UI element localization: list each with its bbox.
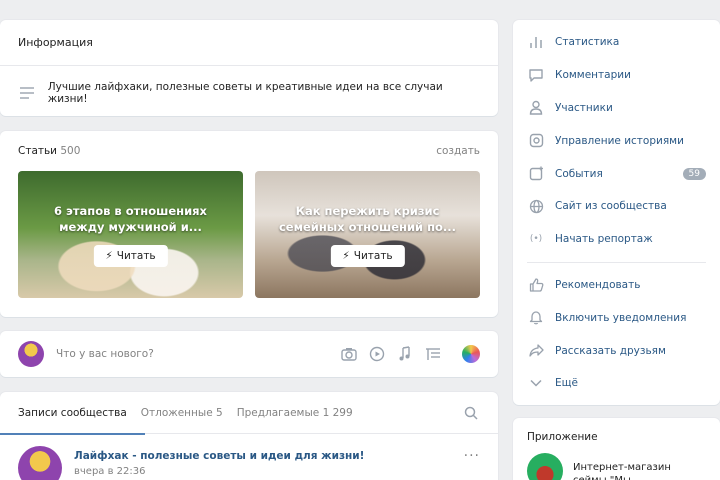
post-item: Лайфхак - полезные советы и идеи для жиз…	[0, 434, 498, 480]
post-time[interactable]: вчера в 22:36	[74, 466, 452, 477]
articles-count: 500	[60, 145, 81, 157]
article-tile[interactable]: 6 этапов в отношениях между мужчиной и..…	[18, 171, 243, 298]
info-description-row: Лучшие лайфхаки, полезные советы и креат…	[0, 66, 498, 120]
comments-icon	[527, 66, 545, 84]
video-icon[interactable]	[368, 345, 386, 363]
sidebar-item-recommend[interactable]: Рекомендовать	[513, 269, 720, 302]
stats-icon	[527, 33, 545, 51]
articles-title: Статьи 500	[18, 145, 80, 157]
post-author-name[interactable]: Лайфхак - полезные советы и идеи для жиз…	[74, 450, 452, 462]
article-title: 6 этапов в отношениях между мужчиной и..…	[54, 204, 207, 234]
sidebar-item-label: Комментарии	[555, 69, 631, 82]
tab-community-posts[interactable]: Записи сообщества	[0, 392, 145, 435]
tab-postponed-label: Отложенные	[140, 406, 213, 419]
read-button-label: Читать	[116, 250, 156, 262]
info-header: Информация	[0, 20, 498, 66]
posts-tabs: Записи сообщества Отложенные 5 Предлагае…	[0, 392, 498, 435]
sidebar-item-site[interactable]: Сайт из сообщества	[513, 190, 720, 223]
more-options-icon[interactable]: ···	[464, 448, 480, 464]
live-icon: (•)	[529, 234, 543, 245]
tab-postponed[interactable]: Отложенные 5	[141, 407, 223, 419]
lightning-icon: ⚡	[105, 250, 113, 262]
sidebar-item-events[interactable]: События 59	[513, 157, 720, 190]
article-tile[interactable]: Как пережить кризис семейных отношений п…	[255, 171, 480, 298]
sidebar-item-label: Участники	[555, 101, 613, 114]
article-title: Как пережить кризис семейных отношений п…	[278, 204, 457, 234]
globe-icon	[527, 197, 545, 215]
app-item[interactable]: Интернет-магазин сеймы "Мы	[513, 443, 720, 480]
read-button-label: Читать	[353, 250, 393, 262]
articles-label: Статьи	[18, 145, 58, 157]
sidebar-item-label: Статистика	[555, 36, 620, 49]
app-header: Приложение	[527, 431, 598, 443]
articles-header: Статьи 500 создать	[0, 131, 498, 157]
sidebar-item-members[interactable]: Участники	[513, 92, 720, 125]
sidebar-item-statistics[interactable]: Статистика	[513, 26, 720, 59]
sidebar-item-label: Сайт из сообщества	[555, 200, 667, 213]
sidebar-item-more[interactable]: Ещё	[513, 367, 720, 400]
sidebar-item-share[interactable]: Рассказать друзьям	[513, 334, 720, 367]
articles-card: Статьи 500 создать 6 этапов в отношениях…	[0, 131, 498, 317]
article-tiles: 6 этапов в отношениях между мужчиной и..…	[0, 157, 498, 298]
camera-icon[interactable]	[340, 345, 358, 363]
bell-icon	[527, 309, 545, 327]
read-button[interactable]: ⚡ Читать	[93, 245, 168, 267]
sidebar-item-stories[interactable]: Управление историями	[513, 124, 720, 157]
sidebar-item-label: Рекомендовать	[555, 278, 641, 291]
sidebar-item-live[interactable]: (•) Начать репортаж	[513, 223, 720, 256]
like-icon	[527, 276, 545, 294]
poster-color-icon[interactable]	[462, 345, 480, 363]
article-editor-icon[interactable]	[424, 345, 442, 363]
tab-suggested-label: Предлагаемые	[236, 406, 320, 419]
events-count-badge: 59	[682, 167, 706, 180]
composer-input[interactable]: Что у вас нового?	[56, 348, 340, 360]
stories-icon	[527, 132, 545, 150]
music-icon[interactable]	[396, 345, 414, 363]
post-composer: Что у вас нового?	[0, 331, 498, 377]
read-button[interactable]: ⚡ Читать	[330, 245, 405, 267]
share-icon	[527, 342, 545, 360]
app-title: Интернет-магазин сеймы "Мы	[573, 462, 671, 480]
app-card: Приложение Интернет-магазин сеймы "Мы	[513, 418, 720, 480]
sidebar-item-label: События	[555, 167, 603, 180]
sidebar-item-label: Рассказать друзьям	[555, 344, 666, 357]
search-icon[interactable]	[462, 404, 480, 422]
text-lines-icon	[18, 84, 36, 102]
app-thumbnail	[527, 453, 563, 480]
tab-suggested[interactable]: Предлагаемые 1 299	[237, 407, 353, 419]
post-author-avatar[interactable]	[18, 446, 62, 480]
members-icon	[527, 99, 545, 117]
post-meta: Лайфхак - полезные советы и идеи для жиз…	[74, 446, 452, 477]
tab-postponed-count: 5	[216, 406, 223, 419]
community-avatar	[18, 341, 44, 367]
community-menu: Статистика Комментарии Участники Управле…	[513, 20, 720, 405]
composer-attachments	[340, 345, 480, 363]
sidebar-item-notifications[interactable]: Включить уведомления	[513, 301, 720, 334]
lightning-icon: ⚡	[342, 250, 350, 262]
tab-suggested-count: 1 299	[322, 406, 353, 419]
sidebar-item-comments[interactable]: Комментарии	[513, 59, 720, 92]
events-icon	[527, 165, 545, 183]
sidebar-item-label: Начать репортаж	[555, 233, 653, 246]
chevron-down-icon	[527, 374, 545, 392]
sidebar-item-label: Включить уведомления	[555, 311, 687, 324]
posts-section: Записи сообщества Отложенные 5 Предлагае…	[0, 392, 498, 480]
sidebar-item-label: Ещё	[555, 377, 578, 390]
info-card: Информация Лучшие лайфхаки, полезные сов…	[0, 20, 498, 116]
menu-divider	[527, 261, 706, 263]
info-description: Лучшие лайфхаки, полезные советы и креат…	[47, 81, 443, 105]
sidebar-item-label: Управление историями	[555, 134, 684, 147]
create-article-link[interactable]: создать	[436, 145, 480, 157]
